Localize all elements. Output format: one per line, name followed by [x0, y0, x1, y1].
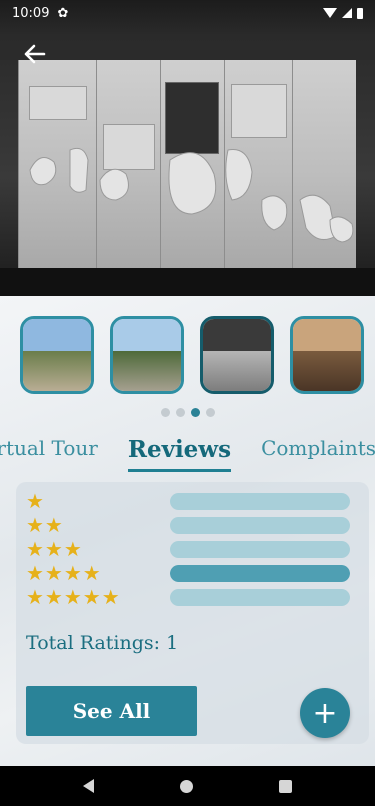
- ratings-card: ★ ★★ ★★★ ★★★★ ★★★★★ Total Ratings: 1 See…: [16, 482, 369, 744]
- star-icons: ★: [26, 489, 45, 513]
- add-review-button[interactable]: +: [300, 688, 350, 738]
- pager-dot[interactable]: [205, 408, 215, 417]
- gallery-pager: [0, 408, 375, 417]
- rating-row-5: ★★★★★: [26, 586, 359, 608]
- pager-dot[interactable]: [175, 408, 185, 417]
- star-icons: ★★: [26, 513, 64, 537]
- screen: 10:09 ✿ irtual Tour Reviews Complaints ★…: [0, 0, 375, 806]
- see-all-button[interactable]: See All: [26, 686, 197, 736]
- rating-bar: [170, 541, 350, 558]
- rating-row-4: ★★★★: [26, 562, 359, 584]
- gallery-thumb-active[interactable]: [200, 316, 274, 394]
- calligraphy-relief: [29, 147, 354, 243]
- star-icons: ★★★: [26, 537, 83, 561]
- gallery-thumb[interactable]: [110, 316, 184, 394]
- details-section: irtual Tour Reviews Complaints ★ ★★ ★★★ …: [0, 296, 375, 766]
- hero-image: [0, 0, 375, 296]
- star-icons: ★★★★★: [26, 585, 121, 609]
- gallery-thumb[interactable]: [20, 316, 94, 394]
- rating-bar: [170, 589, 350, 606]
- gallery-thumbnails: [20, 316, 375, 396]
- status-bar: 10:09 ✿: [0, 0, 375, 26]
- nav-recents-icon[interactable]: [279, 779, 292, 793]
- status-time: 10:09: [12, 5, 50, 21]
- gallery-thumb[interactable]: [290, 316, 364, 394]
- tab-virtual-tour[interactable]: irtual Tour: [0, 436, 98, 466]
- pager-dot-active[interactable]: [190, 408, 200, 417]
- back-button[interactable]: [20, 40, 50, 68]
- tab-bar: irtual Tour Reviews Complaints: [0, 436, 375, 476]
- wifi-icon: [323, 8, 337, 18]
- rating-bar: [170, 517, 350, 534]
- rating-row-2: ★★: [26, 514, 359, 536]
- nav-home-icon[interactable]: [180, 779, 193, 793]
- signal-icon: [342, 8, 352, 18]
- rating-bar: [170, 493, 350, 510]
- tab-reviews[interactable]: Reviews: [127, 436, 232, 472]
- rating-row-1: ★: [26, 490, 359, 512]
- battery-icon: [357, 7, 363, 19]
- rating-bar: [170, 565, 350, 582]
- back-arrow-icon: [24, 44, 46, 64]
- gear-icon: ✿: [57, 5, 69, 21]
- system-nav-bar: [0, 766, 375, 806]
- tab-complaints[interactable]: Complaints: [261, 436, 375, 466]
- nav-back-icon[interactable]: [83, 779, 94, 793]
- rating-row-3: ★★★: [26, 538, 359, 560]
- star-icons: ★★★★: [26, 561, 102, 585]
- pager-dot[interactable]: [160, 408, 170, 417]
- floor: [0, 268, 375, 296]
- plus-icon: +: [312, 695, 338, 731]
- total-ratings: Total Ratings: 1: [26, 632, 179, 654]
